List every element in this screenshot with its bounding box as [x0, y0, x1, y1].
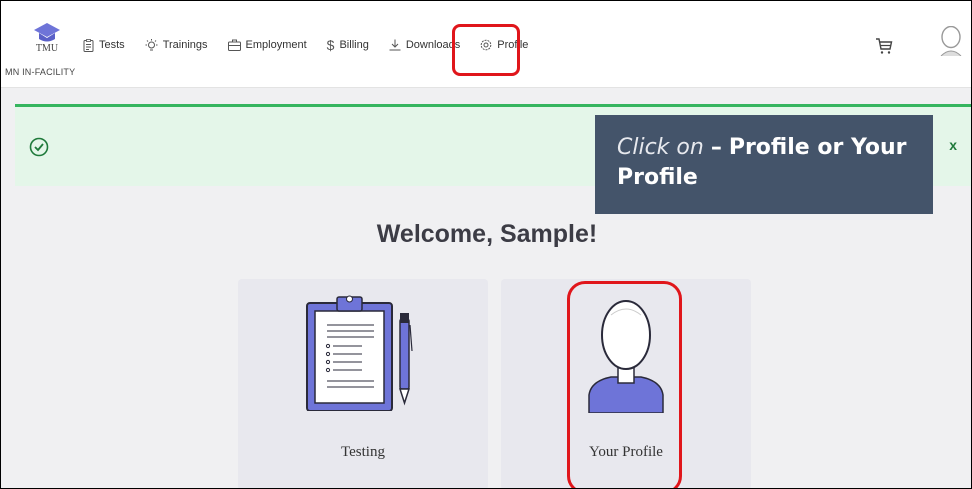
- clipboard-icon: [83, 38, 94, 52]
- welcome-heading: Welcome, Sample!: [376, 220, 598, 248]
- nav-billing-label: Billing: [339, 39, 369, 51]
- user-avatar-icon[interactable]: [939, 25, 963, 61]
- callout-action: Click on: [617, 135, 704, 160]
- nav-trainings-label: Trainings: [162, 39, 208, 51]
- your-profile-highlight: [567, 281, 682, 488]
- nav-tests[interactable]: Tests: [83, 38, 125, 52]
- dollar-icon: $: [326, 37, 335, 53]
- banner-close-button[interactable]: x: [949, 137, 957, 153]
- instruction-callout: Click on – Profile or Your Profile: [595, 115, 933, 214]
- facility-label: MN IN-FACILITY: [5, 67, 76, 77]
- testing-card[interactable]: Testing: [238, 279, 488, 488]
- nav-employment-label: Employment: [245, 39, 307, 51]
- top-navbar: TMU MN IN-FACILITY Tests Trainings Emplo…: [1, 1, 971, 88]
- nav-employment[interactable]: Employment: [227, 39, 307, 51]
- nav-tests-label: Tests: [99, 39, 125, 51]
- graduation-cap-icon: [34, 23, 60, 42]
- nav-trainings[interactable]: Trainings: [145, 38, 208, 52]
- testing-card-label: Testing: [341, 444, 385, 460]
- app-frame: TMU MN IN-FACILITY Tests Trainings Emplo…: [0, 0, 972, 489]
- logo-text: TMU: [35, 43, 59, 54]
- nav-downloads[interactable]: Downloads: [389, 39, 460, 51]
- nav-billing[interactable]: $ Billing: [327, 37, 369, 53]
- callout-dash: –: [710, 135, 722, 160]
- cart-icon[interactable]: [875, 37, 893, 60]
- check-circle-icon: [29, 137, 49, 157]
- logo[interactable]: TMU: [21, 21, 73, 54]
- clipboard-icon: [306, 295, 413, 411]
- briefcase-icon: [227, 39, 241, 51]
- download-icon: [389, 39, 401, 51]
- profile-highlight: [452, 24, 520, 76]
- lightbulb-icon: [145, 38, 158, 52]
